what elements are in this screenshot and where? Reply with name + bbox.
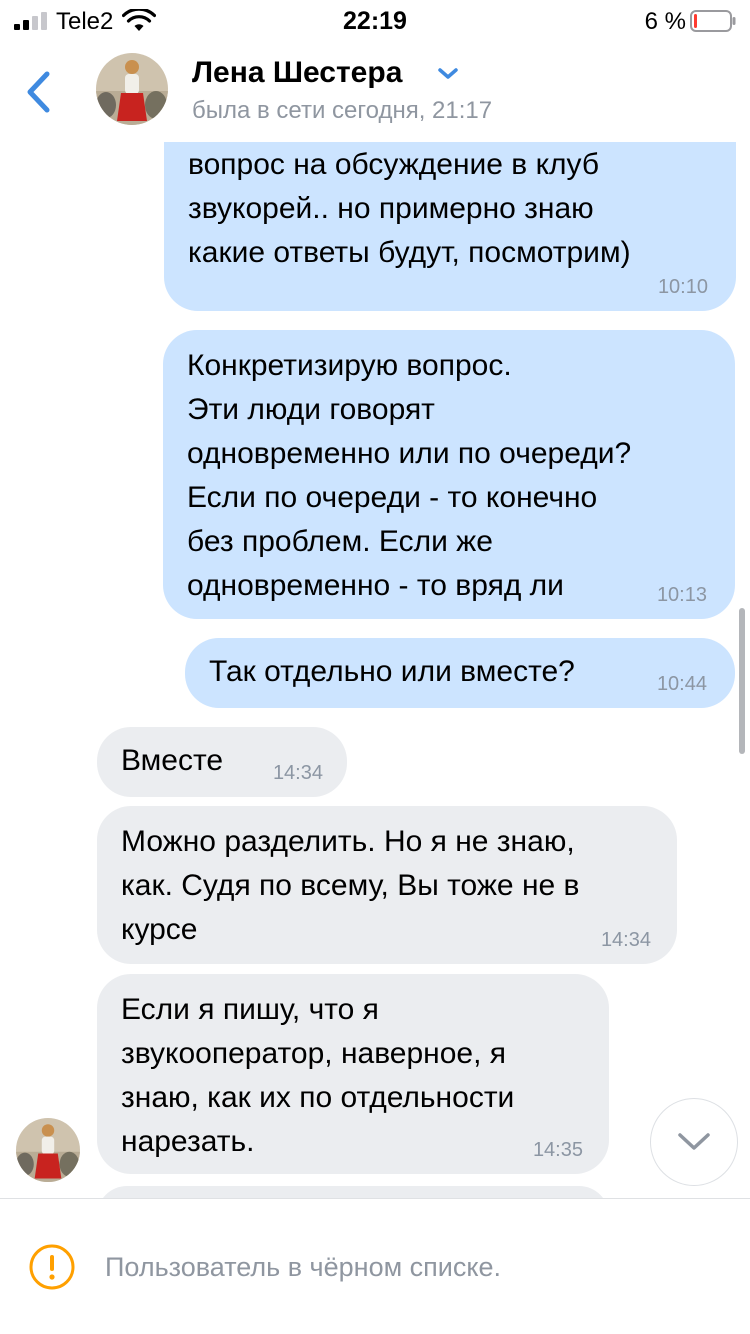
scroll-to-bottom-button[interactable] <box>650 1098 738 1186</box>
message-time: 14:34 <box>600 929 651 951</box>
message-text: Вместе <box>121 744 224 777</box>
message-time: 14:34 <box>272 762 323 784</box>
battery-percent: 6 % <box>644 8 686 35</box>
sender-avatar[interactable] <box>16 1118 80 1182</box>
status-time: 22:19 <box>343 7 407 35</box>
message-time: 10:44 <box>656 673 707 695</box>
message-bubble-outgoing[interactable]: вопрос на обсуждение в клуб звукорей.. н… <box>164 142 736 311</box>
message-bubble-incoming-partial[interactable] <box>97 1186 609 1198</box>
scrollbar[interactable] <box>739 608 745 754</box>
status-bar: Tele2 22:19 6 % <box>0 0 750 42</box>
message-text: вопрос на обсуждение в клуб звукорей.. н… <box>188 148 631 269</box>
chat-screen: Tele2 22:19 6 % Лена Шестера была в сети… <box>0 0 750 1334</box>
message-time: 10:13 <box>656 584 707 606</box>
message-bubble-outgoing[interactable]: Конкретизирую вопрос. Эти люди говорят о… <box>163 330 735 619</box>
battery-icon <box>690 10 736 32</box>
back-button[interactable] <box>18 68 58 116</box>
chevron-left-icon <box>27 71 50 113</box>
message-text: Можно разделить. Но я не знаю, как. Судя… <box>121 825 580 946</box>
chat-header: Лена Шестера была в сети сегодня, 21:17 <box>0 42 750 142</box>
message-time: 14:35 <box>532 1139 583 1161</box>
message-list[interactable]: вопрос на обсуждение в клуб звукорей.. н… <box>0 142 750 1198</box>
avatar[interactable] <box>96 53 168 125</box>
message-text: Конкретизирую вопрос. Эти люди говорят о… <box>187 349 632 602</box>
message-text: Так отдельно или вместе? <box>209 655 575 688</box>
contact-name[interactable]: Лена Шестера <box>192 56 402 90</box>
message-bubble-incoming[interactable]: Если я пишу, что я звукооператор, наверн… <box>97 974 609 1174</box>
chevron-down-icon[interactable] <box>436 64 460 84</box>
message-bubble-incoming[interactable]: Вместе 14:34 <box>97 727 347 797</box>
last-seen-status: была в сети сегодня, 21:17 <box>192 97 493 124</box>
blocked-notice-bar: Пользователь в чёрном списке. <box>0 1198 750 1334</box>
blacklist-notice-text: Пользователь в чёрном списке. <box>105 1252 501 1282</box>
message-bubble-outgoing[interactable]: Так отдельно или вместе? 10:44 <box>185 638 735 708</box>
message-text: Если я пишу, что я звукооператор, наверн… <box>121 993 515 1158</box>
warning-icon <box>29 1244 75 1290</box>
chevron-down-icon <box>678 1133 710 1150</box>
message-time: 10:10 <box>657 276 708 298</box>
message-bubble-incoming[interactable]: Можно разделить. Но я не знаю, как. Судя… <box>97 806 677 964</box>
